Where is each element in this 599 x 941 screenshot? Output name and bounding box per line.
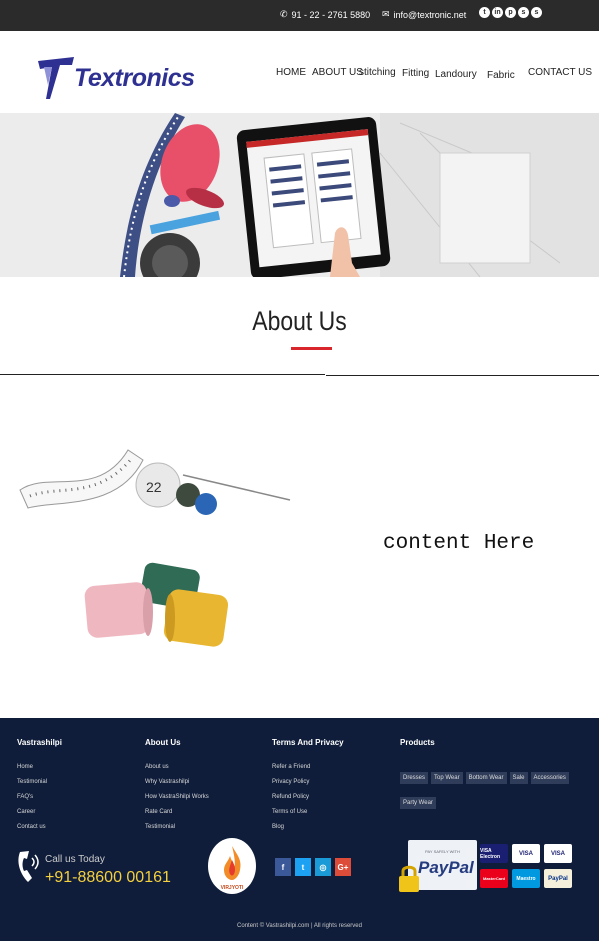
section-divider-left bbox=[0, 374, 325, 375]
footer-link[interactable]: Home bbox=[17, 764, 47, 779]
product-tag[interactable]: Sale bbox=[509, 772, 528, 784]
email-address: info@textronic.net bbox=[393, 9, 467, 20]
visa-electron-card: VISA Electron bbox=[480, 844, 508, 863]
hero-banner bbox=[0, 113, 599, 277]
footer-link[interactable]: Testimonial bbox=[145, 824, 209, 839]
footer-link[interactable]: Rate Card bbox=[145, 809, 209, 824]
footer-link[interactable]: Privacy Policy bbox=[272, 779, 310, 794]
site-header: Textronics HOME ABOUT US stitching Fitti… bbox=[0, 31, 599, 113]
paypal-name: PayPal bbox=[418, 858, 474, 877]
section-divider-right bbox=[326, 375, 599, 376]
footer-link[interactable]: Terms of Use bbox=[272, 809, 310, 824]
nav-home[interactable]: HOME bbox=[276, 67, 306, 78]
footer-link[interactable]: Why Vastrashilpi bbox=[145, 779, 209, 794]
copyright: Content © Vastrashilpi.com | All rights … bbox=[237, 923, 362, 929]
logo-mark-icon bbox=[38, 57, 74, 99]
linkedin-icon[interactable]: in bbox=[492, 7, 503, 18]
title-underline bbox=[291, 347, 332, 350]
visa-card: VISA bbox=[544, 844, 572, 863]
product-tag[interactable]: Party Wear bbox=[400, 797, 436, 809]
twitter-icon[interactable]: t bbox=[295, 858, 311, 876]
page-title: About Us bbox=[252, 306, 347, 336]
twitter-icon[interactable]: t bbox=[479, 7, 490, 18]
product-tags: Dresses Top Wear Bottom Wear Sale Accessorie… bbox=[400, 766, 580, 816]
top-bar: ✆ 91 - 22 - 2761 5880 ✉ info@textronic.n… bbox=[0, 0, 599, 31]
pinterest-icon[interactable]: p bbox=[505, 7, 516, 18]
nav-fitting[interactable]: Fitting bbox=[402, 68, 429, 79]
footer-link[interactable]: How VastraShilpi Works bbox=[145, 794, 209, 809]
phone-icon bbox=[18, 851, 39, 882]
footer-links-main: Home Testimonial FAQ's Career Contact us bbox=[17, 764, 47, 839]
footer-social-links: f t ◎ G+ bbox=[275, 858, 351, 876]
call-us-block[interactable]: Call us Today +91-88600 00161 bbox=[16, 848, 171, 889]
paypal-tagline: PAY SAFELY WITH bbox=[425, 849, 460, 854]
footer-links-terms: Refer a Friend Privacy Policy Refund Pol… bbox=[272, 764, 310, 839]
site-footer: Vastrashilpi Home Testimonial FAQ's Care… bbox=[0, 718, 599, 941]
footer-link[interactable]: Career bbox=[17, 809, 47, 824]
envelope-icon: ✉ bbox=[382, 9, 390, 19]
visa-card: VISA bbox=[512, 844, 540, 863]
thread-spools-image bbox=[84, 562, 229, 647]
maestro-card: Maestro bbox=[512, 869, 540, 888]
svg-text:22: 22 bbox=[146, 479, 162, 495]
tape-measure-image: 22 bbox=[19, 449, 291, 515]
flame-logo-icon: VIRJYOTI bbox=[221, 846, 244, 891]
phone-icon: ✆ bbox=[280, 9, 288, 19]
paypal-badge: PAY SAFELY WITH PayPal bbox=[399, 840, 477, 892]
instagram-icon[interactable]: ◎ bbox=[315, 858, 331, 876]
nav-about[interactable]: ABOUT US bbox=[312, 67, 363, 78]
footer-col-title: Vastrashilpi bbox=[17, 738, 62, 747]
footer-col-title: About Us bbox=[145, 738, 181, 747]
phone-contact[interactable]: ✆ 91 - 22 - 2761 5880 bbox=[280, 9, 370, 20]
facebook-icon[interactable]: f bbox=[275, 858, 291, 876]
footer-link[interactable]: Contact us bbox=[17, 824, 47, 839]
footer-col-title: Products bbox=[400, 738, 435, 747]
logo[interactable]: Textronics bbox=[36, 55, 195, 101]
badge-text: VIRJYOTI bbox=[221, 885, 244, 891]
footer-link[interactable]: Refer a Friend bbox=[272, 764, 310, 779]
phone-number: 91 - 22 - 2761 5880 bbox=[291, 9, 371, 20]
email-contact[interactable]: ✉ info@textronic.net bbox=[382, 9, 466, 20]
mastercard-card: MasterCard bbox=[480, 869, 508, 888]
nav-landoury[interactable]: Landoury bbox=[435, 69, 477, 80]
product-tag[interactable]: Dresses bbox=[400, 772, 429, 784]
paypal-card: PayPal bbox=[544, 869, 572, 888]
skype-icon[interactable]: s bbox=[518, 7, 529, 18]
call-number: +91-88600 00161 bbox=[45, 869, 171, 886]
about-content: content Here bbox=[383, 532, 535, 555]
product-tag[interactable]: Bottom Wear bbox=[465, 772, 507, 784]
call-label: Call us Today bbox=[45, 854, 105, 865]
skype-alt-icon[interactable]: s bbox=[531, 7, 542, 18]
nav-fabric[interactable]: Fabric bbox=[487, 70, 515, 81]
company-badge: VIRJYOTI bbox=[208, 838, 256, 894]
footer-link[interactable]: Blog bbox=[272, 824, 310, 839]
social-links: t in p s s bbox=[479, 7, 542, 18]
nav-stitching[interactable]: stitching bbox=[359, 67, 396, 78]
google-plus-icon[interactable]: G+ bbox=[335, 858, 351, 876]
footer-link[interactable]: Testimonial bbox=[17, 779, 47, 794]
brand-name: Textronics bbox=[74, 63, 195, 92]
nav-contact[interactable]: CONTACT US bbox=[528, 67, 592, 78]
footer-col-title: Terms And Privacy bbox=[272, 738, 344, 747]
footer-link[interactable]: Refund Policy bbox=[272, 794, 310, 809]
hero-image bbox=[0, 113, 599, 277]
footer-link[interactable]: FAQ's bbox=[17, 794, 47, 809]
product-tag[interactable]: Accessories bbox=[530, 772, 569, 784]
footer-link[interactable]: About us bbox=[145, 764, 209, 779]
footer-links-about: About us Why Vastrashilpi How VastraShil… bbox=[145, 764, 209, 839]
padlock-icon bbox=[399, 865, 419, 892]
product-tag[interactable]: Top Wear bbox=[431, 772, 463, 784]
